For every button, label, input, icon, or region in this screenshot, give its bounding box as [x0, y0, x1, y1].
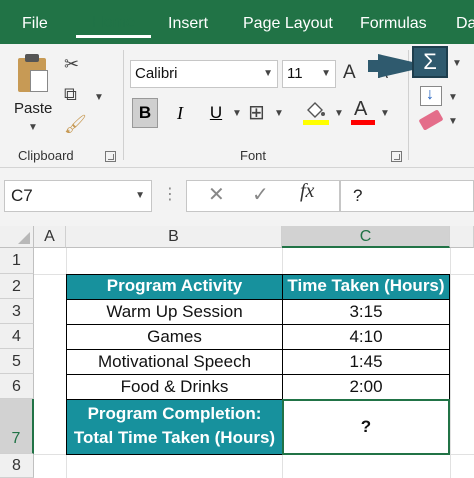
enter-check-icon[interactable]: ✓ [252, 182, 269, 207]
italic-button[interactable]: I [170, 98, 190, 128]
select-all-corner[interactable] [0, 226, 34, 248]
fill-down-icon[interactable] [420, 86, 442, 106]
clipboard-clip-icon [25, 54, 39, 62]
name-box[interactable]: C7 ▼ [4, 180, 152, 212]
table-header-activity[interactable]: Program Activity [66, 274, 283, 300]
paste-dropdown-icon[interactable]: ▼ [28, 122, 38, 133]
cancel-icon[interactable]: ✕ [208, 182, 225, 207]
autosum-dropdown-icon[interactable]: ▼ [452, 58, 462, 69]
tab-insert[interactable]: Insert [168, 0, 208, 44]
paste-sheet-icon [30, 70, 48, 92]
name-box-dropdown-icon[interactable]: ▼ [135, 181, 145, 211]
total-label-line2: Total Time Taken (Hours) [73, 428, 276, 447]
row-header-8[interactable]: 8 [0, 454, 34, 478]
time-cell[interactable]: 3:15 [282, 299, 450, 325]
increase-font-size-button[interactable]: A [343, 62, 356, 84]
font-name-value: Calibri [135, 65, 178, 82]
column-header-d[interactable] [450, 226, 474, 248]
font-color-dropdown-icon[interactable]: ▼ [380, 108, 390, 119]
tab-home[interactable]: Home [76, 6, 151, 38]
time-cell[interactable]: 2:00 [282, 374, 450, 400]
activity-cell[interactable]: Food & Drinks [66, 374, 283, 400]
group-separator [123, 50, 124, 160]
copy-dropdown-icon[interactable]: ▼ [94, 92, 104, 103]
autosum-button[interactable]: Σ [412, 46, 448, 78]
column-header-b[interactable]: B [66, 226, 282, 248]
clipboard-group-label: Clipboard [18, 148, 74, 163]
column-header-c[interactable]: C [282, 226, 450, 248]
tab-home-label: Home [92, 14, 135, 31]
tab-data[interactable]: Da [456, 0, 474, 44]
row-header-2[interactable]: 2 [0, 274, 34, 299]
font-group-label: Font [240, 148, 267, 163]
ribbon-tab-bar: File Home Insert Page Layout Formulas Da [0, 0, 474, 44]
row-header-4[interactable]: 4 [0, 324, 34, 349]
fill-color-dropdown-icon[interactable]: ▼ [334, 108, 344, 119]
table-header-time[interactable]: Time Taken (Hours) [282, 274, 450, 300]
font-launcher-icon[interactable] [391, 151, 402, 162]
font-size-value: 11 [287, 65, 303, 82]
time-cell[interactable]: 4:10 [282, 324, 450, 350]
total-label-line1: Program Completion: [87, 404, 262, 423]
clipboard-launcher-icon[interactable] [105, 151, 116, 162]
clear-dropdown-icon[interactable]: ▼ [448, 116, 458, 127]
fill-color-swatch [303, 120, 329, 125]
paste-label[interactable]: Paste [14, 100, 52, 117]
font-size-box[interactable]: 11 ▼ [282, 60, 336, 88]
bold-button[interactable]: B [132, 98, 158, 128]
row-header-3[interactable]: 3 [0, 299, 34, 324]
time-cell[interactable]: 1:45 [282, 349, 450, 375]
fill-dropdown-icon[interactable]: ▼ [448, 92, 458, 103]
borders-icon[interactable]: ⊞ [248, 100, 265, 125]
tab-page-layout[interactable]: Page Layout [243, 0, 333, 44]
copy-icon[interactable]: ⧉ [64, 84, 77, 105]
format-painter-icon[interactable]: 🖌 [64, 114, 87, 135]
underline-dropdown-icon[interactable]: ▼ [232, 108, 242, 119]
row-header-5[interactable]: 5 [0, 349, 34, 374]
font-color-swatch [351, 120, 375, 125]
formula-bar-grip-icon[interactable]: ⋮ [162, 184, 178, 204]
font-name-dropdown-icon[interactable]: ▼ [263, 61, 273, 87]
total-label-cell[interactable]: Program Completion: Total Time Taken (Ho… [66, 399, 283, 455]
activity-cell[interactable]: Games [66, 324, 283, 350]
column-header-a[interactable]: A [34, 226, 66, 248]
cut-icon[interactable]: ✂ [64, 54, 79, 75]
borders-dropdown-icon[interactable]: ▼ [274, 108, 284, 119]
tab-formulas[interactable]: Formulas [360, 0, 427, 44]
activity-cell[interactable]: Motivational Speech [66, 349, 283, 375]
font-color-button[interactable]: A [354, 98, 367, 121]
total-value-cell[interactable]: ? [282, 399, 450, 455]
row-header-6[interactable]: 6 [0, 374, 34, 399]
formula-input[interactable]: ? [340, 180, 474, 212]
row-header-1[interactable]: 1 [0, 248, 34, 274]
insert-function-button[interactable]: fx [300, 180, 314, 203]
fill-color-icon[interactable] [304, 102, 326, 118]
activity-cell[interactable]: Warm Up Session [66, 299, 283, 325]
row-header-7[interactable]: 7 [0, 399, 34, 454]
underline-button[interactable]: U [206, 98, 226, 128]
font-name-box[interactable]: Calibri ▼ [130, 60, 278, 88]
gridline [450, 248, 451, 478]
font-size-dropdown-icon[interactable]: ▼ [321, 61, 331, 87]
name-box-value: C7 [11, 186, 33, 205]
tab-file[interactable]: File [22, 0, 48, 44]
